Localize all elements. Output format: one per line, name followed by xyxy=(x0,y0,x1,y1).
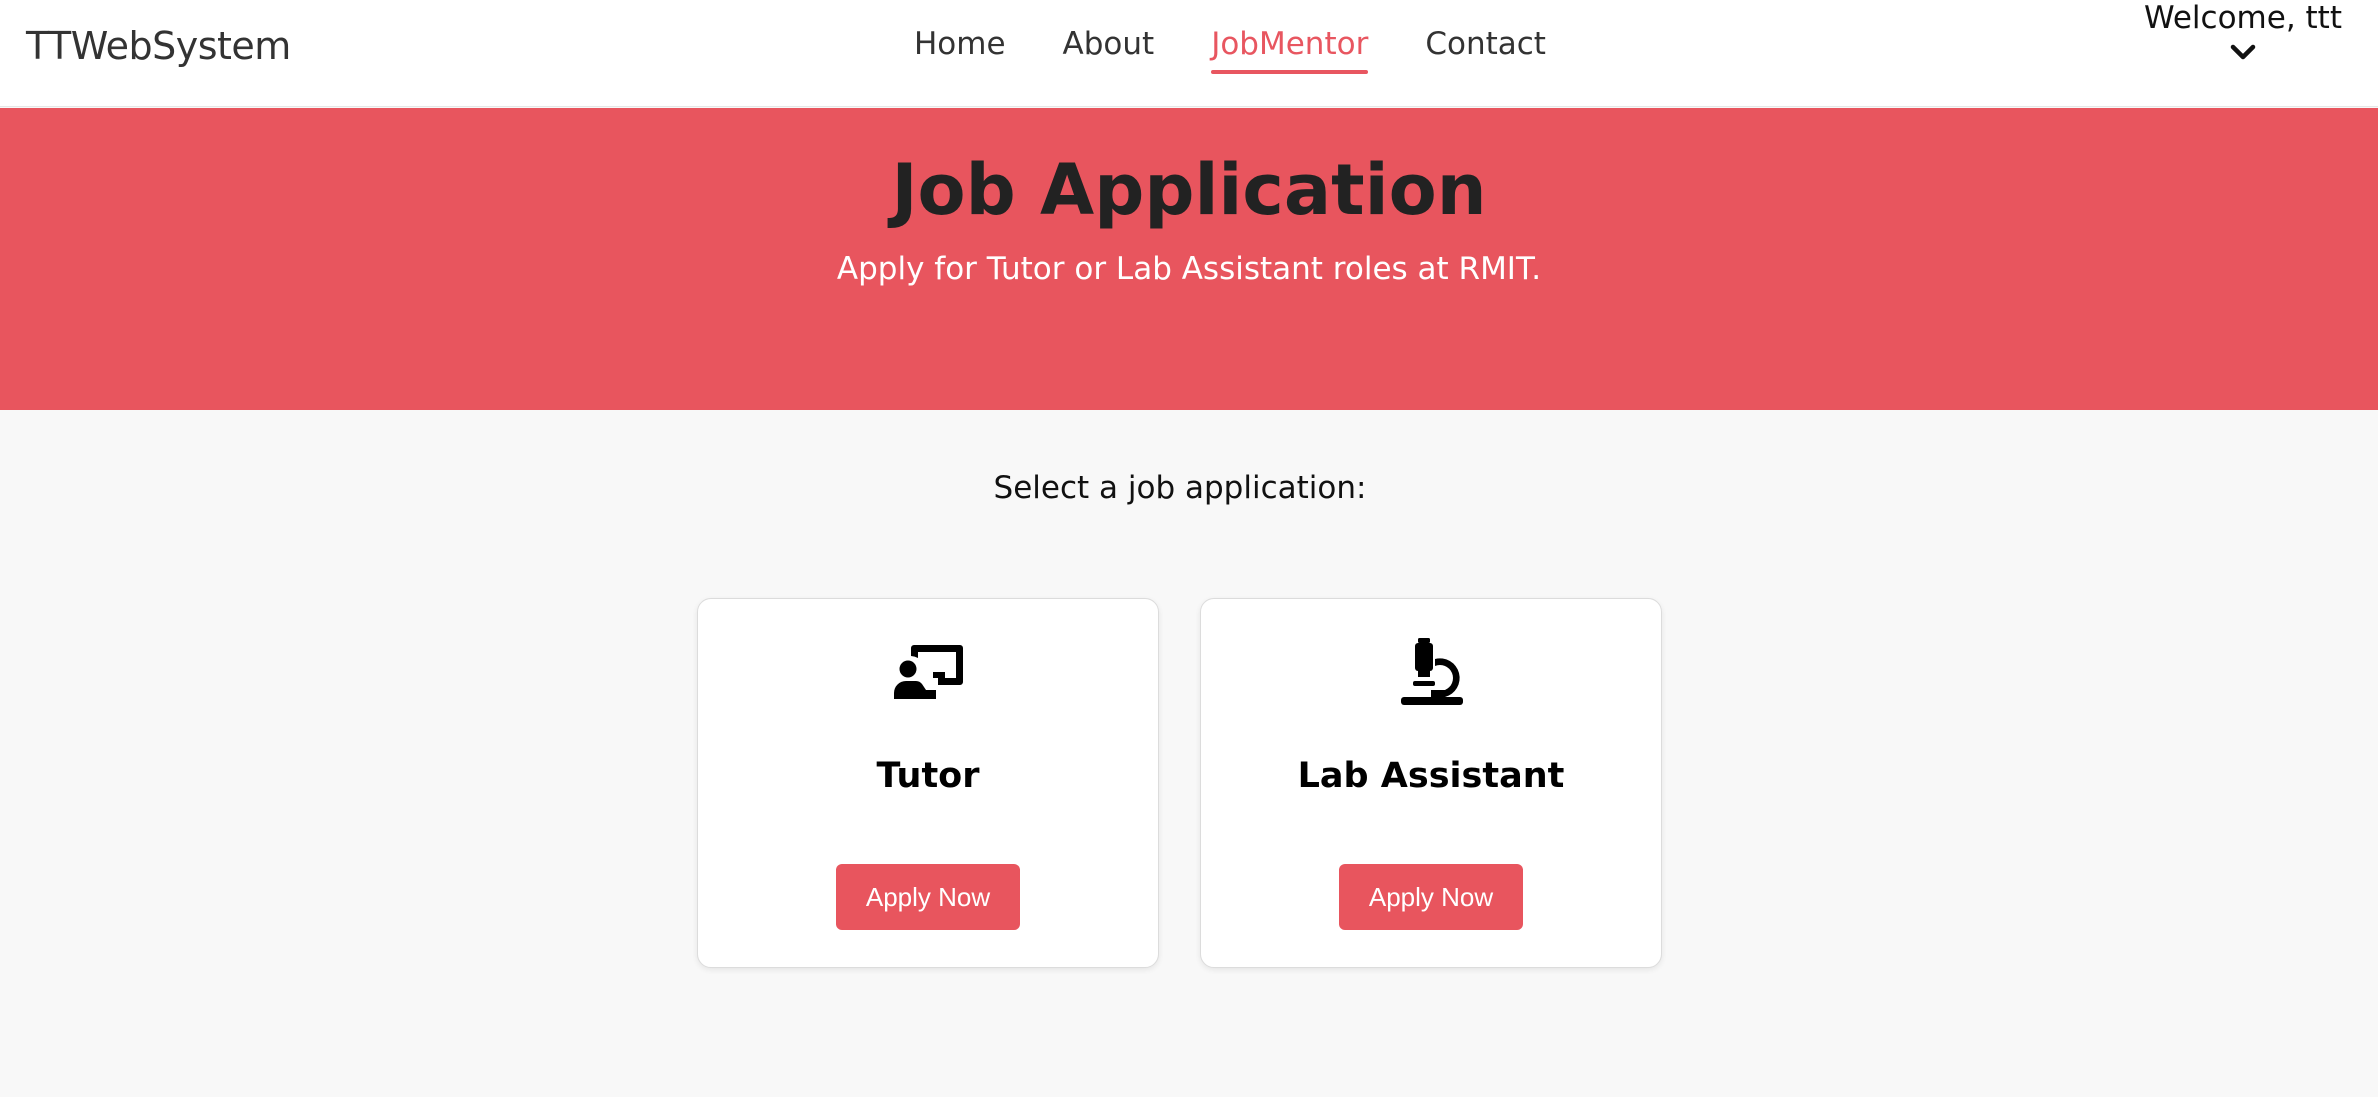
nav-link-home[interactable]: Home xyxy=(914,26,1006,74)
teacher-board-icon xyxy=(894,645,963,699)
microscope-icon xyxy=(1401,638,1463,705)
user-menu[interactable]: Welcome, ttt xyxy=(2144,0,2342,62)
hero-banner: Job Application Apply for Tutor or Lab A… xyxy=(0,108,2378,410)
apply-now-tutor-button[interactable]: Apply Now xyxy=(836,864,1020,930)
nav-link-about[interactable]: About xyxy=(1063,26,1155,74)
main-nav: Home About JobMentor Contact xyxy=(914,26,1546,74)
nav-link-contact[interactable]: Contact xyxy=(1425,26,1546,74)
job-card-lab-assistant: Lab Assistant Apply Now xyxy=(1200,598,1662,968)
brand-logo[interactable]: TTWebSystem xyxy=(26,24,291,68)
chevron-down-icon[interactable] xyxy=(2229,42,2257,62)
selection-prompt: Select a job application: xyxy=(993,470,1367,506)
page-subtitle: Apply for Tutor or Lab Assistant roles a… xyxy=(836,251,1542,287)
navbar: TTWebSystem Home About JobMentor Contact… xyxy=(0,0,2378,107)
page-title: Job Application xyxy=(891,149,1487,231)
job-card-tutor: Tutor Apply Now xyxy=(697,598,1159,968)
card-title-lab-assistant: Lab Assistant xyxy=(1297,756,1565,796)
card-title-tutor: Tutor xyxy=(876,756,980,796)
apply-now-lab-assistant-button[interactable]: Apply Now xyxy=(1339,864,1523,930)
nav-link-jobmentor[interactable]: JobMentor xyxy=(1211,26,1369,74)
welcome-text: Welcome, ttt xyxy=(2144,0,2342,36)
